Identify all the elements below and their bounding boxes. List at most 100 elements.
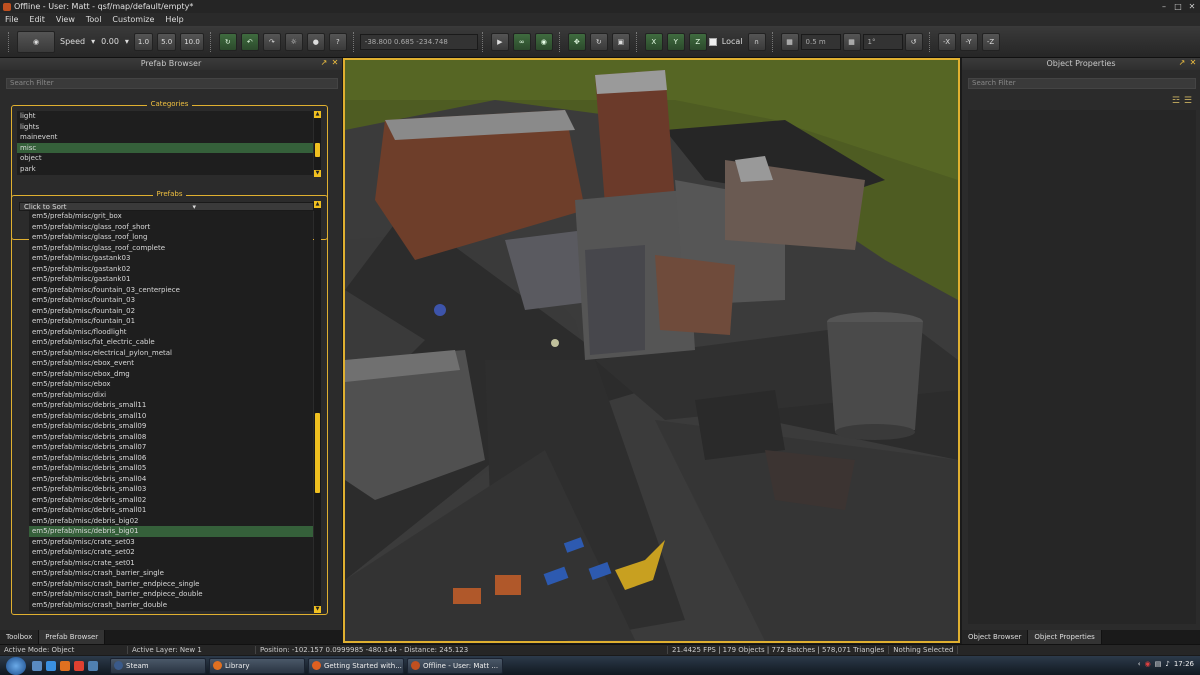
rotate-tool-button[interactable]: ↻ xyxy=(589,32,608,51)
explorer-icon[interactable] xyxy=(32,660,42,671)
list-item[interactable]: em5/prefab/misc/fountain_02 xyxy=(29,306,313,317)
move-tool-button[interactable]: ✥ xyxy=(567,32,586,51)
neg-x-button[interactable]: -X xyxy=(937,32,956,51)
list-item[interactable]: em5/prefab/misc/glass_roof_long xyxy=(29,232,313,243)
scroll-thumb[interactable] xyxy=(315,143,320,157)
refresh-button[interactable]: ↻ xyxy=(218,32,237,51)
list-item[interactable]: em5/prefab/misc/debris_small04 xyxy=(29,474,313,485)
desktop-icon[interactable] xyxy=(88,660,98,671)
toolbar-grip[interactable] xyxy=(558,31,562,52)
undock-icon[interactable]: ↗ xyxy=(1178,58,1186,67)
close-panel-icon[interactable]: ✕ xyxy=(1189,58,1197,67)
axis-x-button[interactable]: X xyxy=(644,32,663,51)
list-item[interactable]: em5/prefab/misc/gastank01 xyxy=(29,274,313,285)
list-item[interactable]: object xyxy=(17,153,313,164)
axis-z-button[interactable]: Z xyxy=(688,32,707,51)
speed-preset-5[interactable]: 5.0 xyxy=(157,32,177,51)
list-item[interactable]: em5/prefab/misc/debris_small02 xyxy=(29,495,313,506)
speed-stepper-icon[interactable]: ▾ xyxy=(125,37,129,46)
scene-render[interactable] xyxy=(345,60,958,641)
tab-toolbox[interactable]: Toolbox xyxy=(0,630,40,644)
scroll-down-icon[interactable]: ▼ xyxy=(314,606,321,613)
angle-snap-select[interactable]: 1° xyxy=(862,33,903,50)
tray-expand-icon[interactable]: ‹ xyxy=(1138,660,1141,668)
list-item[interactable]: lights xyxy=(17,122,313,133)
menu-tool[interactable]: Tool xyxy=(86,15,102,24)
list-item[interactable]: em5/prefab/misc/crate_set03 xyxy=(29,537,313,548)
coordinates-field[interactable]: -38.800 0.685 -234.748 xyxy=(359,33,478,50)
link-button[interactable]: ∞ xyxy=(512,32,531,51)
redo-button[interactable]: ↷ xyxy=(262,32,281,51)
scroll-up-icon[interactable]: ▲ xyxy=(314,201,321,208)
list-item[interactable]: em5/prefab/misc/debris_small07 xyxy=(29,442,313,453)
scroll-thumb[interactable] xyxy=(315,413,320,493)
reset-rotation-button[interactable]: ↺ xyxy=(904,32,923,51)
list-item[interactable]: em5/prefab/misc/debris_small06 xyxy=(29,453,313,464)
snap-button[interactable]: ∩ xyxy=(747,32,766,51)
speed-dropdown-icon[interactable]: ▾ xyxy=(91,37,95,46)
list-item[interactable]: em5/prefab/misc/glass_roof_complete xyxy=(29,243,313,254)
list-item[interactable]: em5/prefab/misc/gastank02 xyxy=(29,264,313,275)
scroll-up-icon[interactable]: ▲ xyxy=(314,111,321,118)
scene-viewport[interactable] xyxy=(343,58,960,643)
list-item[interactable]: em5/prefab/misc/glass_roof_short xyxy=(29,222,313,233)
record-button[interactable]: ● xyxy=(306,32,325,51)
list-item[interactable]: em5/prefab/misc/debris_small05 xyxy=(29,463,313,474)
expand-tree-icon[interactable]: ☲ xyxy=(1172,96,1180,106)
list-item[interactable]: em5/prefab/misc/crash_barrier_single xyxy=(29,568,313,579)
toolbar-grip[interactable] xyxy=(481,31,485,52)
list-item[interactable]: em5/prefab/misc/debris_small09 xyxy=(29,421,313,432)
axis-y-button[interactable]: Y xyxy=(666,32,685,51)
list-item[interactable]: em5/prefab/misc/gastank03 xyxy=(29,253,313,264)
neg-z-button[interactable]: -Z xyxy=(981,32,1000,51)
list-item[interactable]: em5/prefab/misc/debris_small10 xyxy=(29,411,313,422)
list-item[interactable]: em5/prefab/misc/fountain_03_centerpiece xyxy=(29,285,313,296)
security-icon[interactable]: ◉ xyxy=(1145,660,1151,668)
list-item[interactable]: em5/prefab/misc/dixi xyxy=(29,390,313,401)
list-item[interactable]: em5/prefab/misc/fat_electric_cable xyxy=(29,337,313,348)
sort-header[interactable]: Click to Sort ▾ xyxy=(19,202,314,211)
camera-button[interactable]: ◉ xyxy=(17,30,55,53)
tab-prefab-browser[interactable]: Prefab Browser xyxy=(39,630,106,644)
select-tool-button[interactable]: ▶ xyxy=(490,32,509,51)
toolbar-grip[interactable] xyxy=(635,31,639,52)
list-item[interactable]: em5/prefab/misc/crash_barrier_endpiece_d… xyxy=(29,589,313,600)
toolbar-grip[interactable] xyxy=(928,31,932,52)
list-item[interactable]: misc xyxy=(17,142,313,153)
toolbar-grip[interactable] xyxy=(8,31,11,52)
maximize-button[interactable]: □ xyxy=(1172,1,1184,11)
undo-button[interactable]: ↶ xyxy=(240,32,259,51)
list-item[interactable]: em5/prefab/misc/debris_small11 xyxy=(29,400,313,411)
network-icon[interactable]: ▤ xyxy=(1155,660,1162,668)
minimize-button[interactable]: – xyxy=(1158,1,1170,11)
list-item[interactable]: em5/prefab/misc/ebox xyxy=(29,379,313,390)
grid-snap-button[interactable]: ▦ xyxy=(780,32,799,51)
categories-scrollbar[interactable]: ▲ ▼ xyxy=(314,111,321,177)
toolbar-grip[interactable] xyxy=(771,31,775,52)
menu-customize[interactable]: Customize xyxy=(112,15,154,24)
ie-icon[interactable] xyxy=(46,660,56,671)
angle-snap-button[interactable]: ▦ xyxy=(842,32,861,51)
list-item[interactable]: em5/prefab/misc/debris_big02 xyxy=(29,516,313,527)
list-item[interactable]: em5/prefab/misc/debris_small08 xyxy=(29,432,313,443)
chrome-icon[interactable] xyxy=(74,660,84,671)
list-item[interactable]: em5/prefab/misc/crate_set01 xyxy=(29,558,313,569)
list-item[interactable]: em5/prefab/misc/crash_barrier_double xyxy=(29,600,313,611)
speed-preset-10[interactable]: 10.0 xyxy=(180,32,204,51)
list-item[interactable]: em5/prefab/misc/debris_small03 xyxy=(29,484,313,495)
list-item[interactable]: em5/prefab/misc/fountain_01 xyxy=(29,316,313,327)
scroll-down-icon[interactable]: ▼ xyxy=(314,170,321,177)
task-editor[interactable]: Offline - User: Matt ... xyxy=(407,657,503,674)
start-button[interactable] xyxy=(6,656,26,675)
clock[interactable]: 17:26 xyxy=(1174,660,1194,668)
visibility-button[interactable]: ◉ xyxy=(534,32,553,51)
task-steam[interactable]: Steam xyxy=(110,657,206,674)
menu-view[interactable]: View xyxy=(56,15,75,24)
menu-help[interactable]: Help xyxy=(165,15,183,24)
list-item[interactable]: em5/prefab/misc/ebox_dmg xyxy=(29,369,313,380)
toolbar-grip[interactable] xyxy=(352,31,356,52)
scale-tool-button[interactable]: ▣ xyxy=(611,32,630,51)
list-item[interactable]: em5/prefab/misc/grit_box xyxy=(29,211,313,222)
list-item[interactable]: em5/prefab/misc/crash_barrier_endpiece_s… xyxy=(29,579,313,590)
task-getting-started[interactable]: Getting Started with... xyxy=(308,657,404,674)
